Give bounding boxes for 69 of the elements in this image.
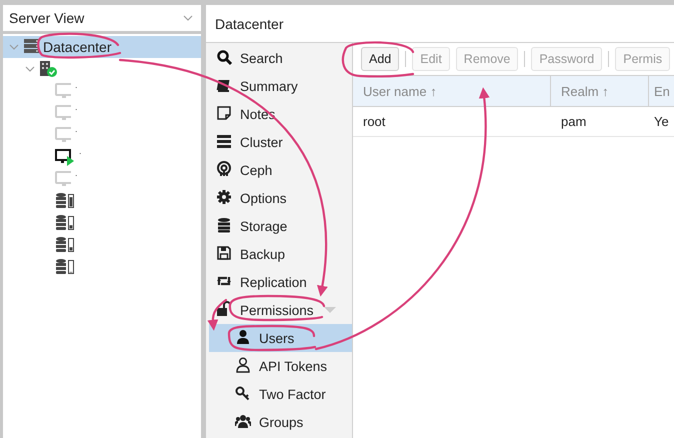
monitor-play-icon	[55, 148, 75, 166]
nav-item[interactable]: Backup	[206, 240, 352, 268]
toolbar-button[interactable]: Add	[361, 47, 400, 71]
nav-item[interactable]: Replication	[206, 268, 352, 296]
key-icon	[235, 385, 251, 403]
annotation-arrow	[207, 298, 228, 331]
monitor-icon	[55, 126, 71, 144]
nav-label: Two Factor	[259, 386, 326, 402]
user-icon	[235, 329, 251, 347]
tree-label: .	[75, 80, 78, 90]
note-icon	[216, 105, 232, 123]
nav-label: Cluster	[240, 134, 283, 150]
nav-item[interactable]: API Tokens	[209, 352, 352, 380]
monitor-icon	[55, 104, 71, 122]
nav-item[interactable]: Search	[206, 44, 352, 72]
nav-label: API Tokens	[259, 358, 328, 374]
stack-icon	[216, 133, 232, 151]
tree-label: .	[75, 124, 78, 134]
settings-icon	[216, 189, 232, 207]
chevron-down-icon[interactable]	[183, 13, 193, 23]
ceph-icon	[216, 161, 232, 179]
nav-label: Options	[240, 190, 287, 206]
nav-item[interactable]: Groups	[209, 408, 352, 436]
tree-item[interactable]: .	[3, 168, 201, 190]
table-cell: root	[353, 107, 551, 137]
nav-item[interactable]: Two Factor	[209, 380, 352, 408]
database-icon	[55, 192, 75, 210]
nav-label: Groups	[259, 414, 304, 430]
nav-label: Storage	[240, 218, 288, 234]
search-icon	[216, 49, 232, 67]
unlocked-padlock-icon	[216, 301, 232, 319]
user-icon	[235, 357, 251, 375]
database-icon	[55, 214, 75, 232]
tree-label: .	[75, 102, 78, 112]
panel-title: Datacenter	[206, 5, 674, 43]
nav-item[interactable]: Storage	[206, 212, 352, 240]
users-icon	[235, 413, 251, 431]
nav-label: Replication	[240, 274, 307, 290]
server-check-icon	[39, 60, 59, 78]
server-rack-icon	[23, 38, 39, 56]
tree-label: .	[79, 146, 82, 156]
monitor-icon	[55, 170, 71, 188]
tree-item[interactable]: .	[3, 80, 201, 102]
nav-label: Backup	[240, 246, 286, 262]
table-cell: pam	[551, 107, 649, 137]
monitor-icon	[55, 82, 71, 100]
book-icon	[216, 77, 232, 95]
database-icon	[216, 217, 232, 235]
tree-label: Datacenter	[43, 39, 112, 55]
nav-label: Users	[259, 330, 294, 346]
database-icon	[55, 258, 75, 276]
nav-item[interactable]: Ceph	[206, 156, 352, 184]
tree-item[interactable]: .	[3, 124, 201, 146]
nav-label: Search	[240, 50, 283, 66]
tree-item[interactable]: .	[3, 146, 201, 168]
nav-label: Summary	[240, 78, 298, 94]
nav-item[interactable]: Cluster	[206, 128, 352, 156]
table-cell: Ye	[649, 107, 674, 137]
nav-label: Ceph	[240, 162, 272, 178]
nav-item[interactable]: Permissions	[206, 296, 352, 324]
view-selector[interactable]: Server View	[3, 5, 201, 31]
tree-item[interactable]: .	[3, 102, 201, 124]
tree-label: .	[75, 168, 78, 178]
nav-label: Permissions	[240, 302, 314, 318]
expand-chevron-icon[interactable]	[25, 64, 35, 74]
tree-item[interactable]: Datacenter	[3, 36, 201, 58]
nav-item[interactable]: Options	[206, 184, 352, 212]
nav-item[interactable]: Summary	[206, 72, 352, 100]
database-icon	[55, 236, 75, 254]
